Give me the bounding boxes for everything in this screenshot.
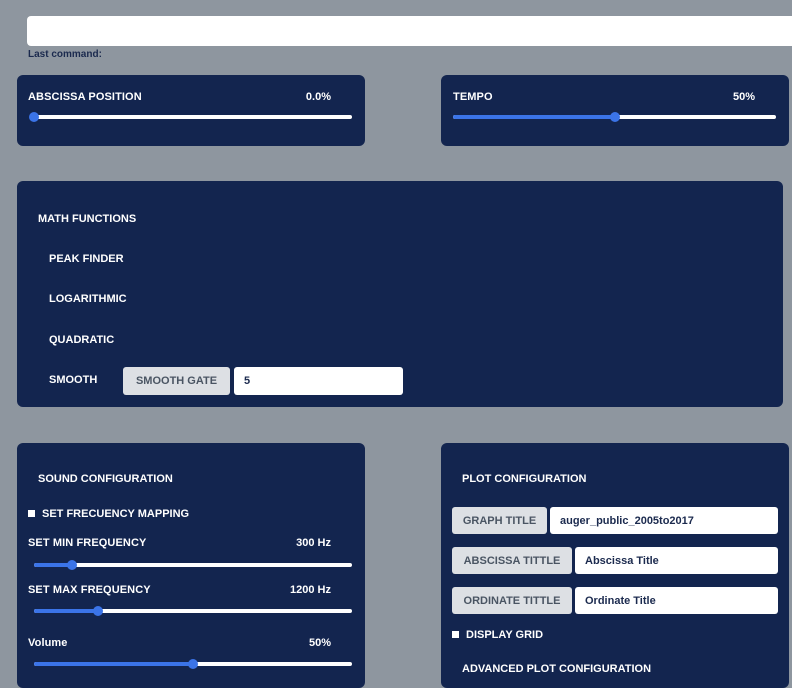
max-frequency-slider-fill: [34, 609, 98, 613]
abscissa-label: ABSCISSA POSITION: [28, 91, 142, 103]
min-frequency-slider[interactable]: [34, 560, 352, 570]
volume-slider-fill: [34, 662, 193, 666]
peak-finder-button[interactable]: PEAK FINDER: [49, 253, 124, 265]
abscissa-title-input[interactable]: Abscissa Title: [575, 547, 778, 574]
tempo-slider-fill: [453, 115, 615, 119]
plot-configuration-panel: PLOT CONFIGURATION GRAPH TITLE auger_pub…: [441, 443, 789, 688]
min-frequency-value: 300 Hz: [296, 537, 331, 549]
max-frequency-slider[interactable]: [34, 606, 352, 616]
checkbox-icon[interactable]: [28, 509, 35, 517]
smooth-gate-label: SMOOTH GATE: [123, 367, 230, 395]
graph-title-input[interactable]: auger_public_2005to2017: [550, 507, 778, 534]
tempo-value: 50%: [732, 91, 755, 103]
ordinate-title-label: ORDINATE TITTLE: [452, 587, 572, 614]
max-frequency-label: SET MAX FREQUENCY: [28, 584, 151, 596]
math-functions-title: MATH FUNCTIONS: [38, 213, 137, 225]
volume-value: 50%: [308, 637, 331, 649]
abscissa-value: 0.0%: [305, 91, 331, 103]
volume-slider[interactable]: [34, 659, 352, 669]
abscissa-slider-thumb[interactable]: [29, 112, 39, 122]
abscissa-panel: ABSCISSA POSITION 0.0%: [17, 75, 365, 146]
tempo-slider-thumb[interactable]: [609, 112, 620, 122]
max-frequency-value: 1200 Hz: [290, 584, 331, 596]
tempo-panel: TEMPO 50%: [441, 75, 789, 146]
frequency-mapping-toggle[interactable]: SET FRECUENCY MAPPING: [28, 508, 189, 520]
command-input[interactable]: [27, 16, 792, 46]
display-grid-label: DISPLAY GRID: [466, 629, 544, 641]
tempo-slider[interactable]: [453, 112, 776, 122]
smooth-button[interactable]: SMOOTH: [49, 374, 97, 386]
ordinate-title-input[interactable]: Ordinate Title: [575, 587, 778, 614]
advanced-plot-configuration[interactable]: ADVANCED PLOT CONFIGURATION: [462, 663, 651, 675]
logarithmic-button[interactable]: LOGARITHMIC: [49, 293, 127, 305]
frequency-mapping-label: SET FRECUENCY MAPPING: [42, 508, 190, 520]
graph-title-label: GRAPH TITLE: [452, 507, 547, 534]
sound-configuration-title: SOUND CONFIGURATION: [38, 473, 173, 485]
plot-configuration-title: PLOT CONFIGURATION: [462, 473, 587, 485]
min-frequency-slider-thumb[interactable]: [67, 560, 78, 570]
volume-label: Volume: [28, 637, 68, 649]
abscissa-title-label: ABSCISSA TITTLE: [452, 547, 572, 574]
sound-configuration-panel: SOUND CONFIGURATION SET FRECUENCY MAPPIN…: [17, 443, 365, 688]
checkbox-icon[interactable]: [452, 630, 459, 638]
quadratic-button[interactable]: QUADRATIC: [49, 334, 114, 346]
max-frequency-slider-thumb[interactable]: [92, 606, 103, 616]
abscissa-slider[interactable]: [29, 112, 352, 122]
smooth-gate-input[interactable]: 5: [234, 367, 403, 395]
tempo-label: TEMPO: [453, 91, 493, 103]
min-frequency-label: SET MIN FREQUENCY: [28, 537, 147, 549]
volume-slider-thumb[interactable]: [188, 659, 198, 669]
last-command-label: Last command:: [28, 49, 102, 60]
display-grid-toggle[interactable]: DISPLAY GRID: [452, 629, 543, 641]
math-functions-panel: MATH FUNCTIONS PEAK FINDER LOGARITHMIC Q…: [17, 181, 783, 407]
